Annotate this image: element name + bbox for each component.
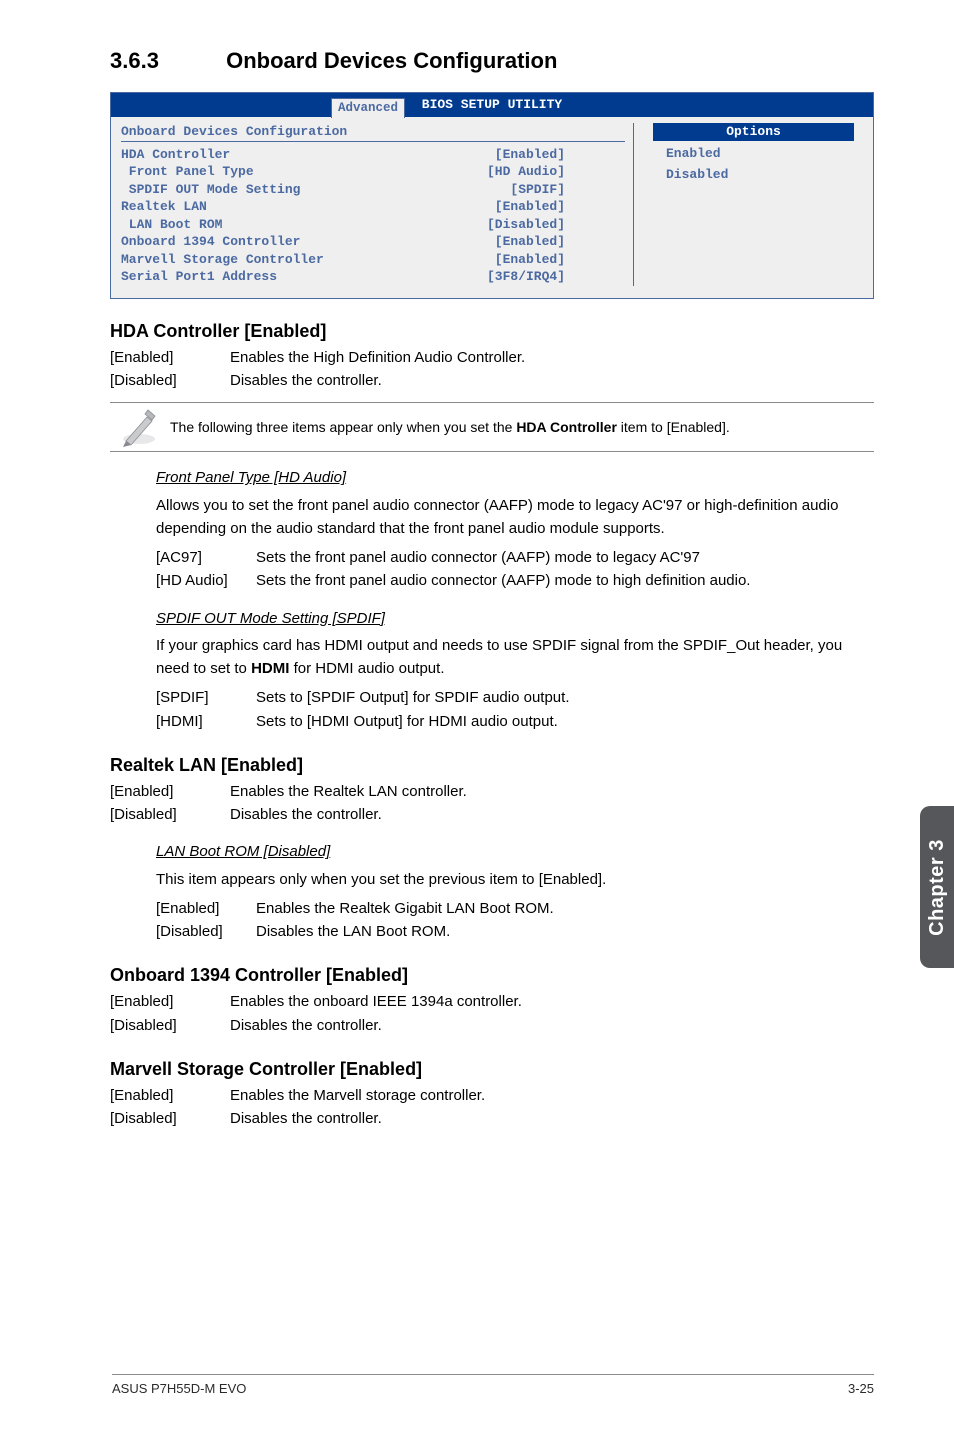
subheading-fpt: Front Panel Type [HD Audio] bbox=[156, 466, 874, 489]
option-desc: Sets to [HDMI Output] for HDMI audio out… bbox=[256, 710, 874, 733]
option-desc: Disables the LAN Boot ROM. bbox=[256, 920, 874, 943]
bios-option-value: Enabled bbox=[666, 145, 721, 163]
bios-option-value: Disabled bbox=[666, 166, 728, 184]
subheading-realtek: Realtek LAN [Enabled] bbox=[110, 755, 874, 776]
option-desc: Disables the controller. bbox=[230, 1014, 874, 1037]
section-number: 3.6.3 bbox=[110, 48, 220, 74]
subheading-hda: HDA Controller [Enabled] bbox=[110, 321, 874, 342]
option-label: [Enabled] bbox=[110, 780, 230, 803]
bios-setting-row: HDA Controller[Enabled] bbox=[121, 146, 625, 164]
section-title-text: Onboard Devices Configuration bbox=[226, 48, 557, 73]
bios-setting-row: LAN Boot ROM[Disabled] bbox=[121, 216, 625, 234]
option-label: [Disabled] bbox=[156, 920, 256, 943]
setting-option-row: [SPDIF] Sets to [SPDIF Output] for SPDIF… bbox=[156, 686, 874, 733]
option-desc: Disables the controller. bbox=[230, 369, 874, 392]
bios-setting-row: Front Panel Type[HD Audio] bbox=[121, 163, 625, 181]
option-desc: Enables the High Definition Audio Contro… bbox=[230, 346, 874, 369]
bios-panel-heading: Onboard Devices Configuration bbox=[121, 123, 625, 141]
setting-option-row: [Enabled] Enables the High Definition Au… bbox=[110, 346, 874, 393]
option-label: [SPDIF] bbox=[156, 686, 256, 709]
option-desc: Sets the front panel audio connector (AA… bbox=[256, 569, 874, 592]
bios-tab: Advanced bbox=[331, 98, 405, 118]
option-label: [HDMI] bbox=[156, 710, 256, 733]
paragraph: Allows you to set the front panel audio … bbox=[156, 494, 874, 541]
pencil-icon bbox=[110, 403, 168, 451]
footer-page: 3-25 bbox=[848, 1381, 874, 1396]
option-label: [Enabled] bbox=[110, 990, 230, 1013]
paragraph: If your graphics card has HDMI output an… bbox=[156, 634, 874, 681]
option-label: [Disabled] bbox=[110, 803, 230, 826]
footer-product: ASUS P7H55D-M EVO bbox=[112, 1381, 246, 1396]
subheading-1394: Onboard 1394 Controller [Enabled] bbox=[110, 965, 874, 986]
option-desc: Disables the controller. bbox=[230, 803, 874, 826]
section-heading: 3.6.3 Onboard Devices Configuration bbox=[110, 48, 874, 74]
bios-setting-row: Onboard 1394 Controller[Enabled] bbox=[121, 233, 625, 251]
setting-option-row: [Enabled] Enables the Realtek Gigabit LA… bbox=[156, 897, 874, 944]
option-desc: Sets to [SPDIF Output] for SPDIF audio o… bbox=[256, 686, 874, 709]
option-label: [HD Audio] bbox=[156, 569, 256, 592]
bios-window: BIOS SETUP UTILITY Advanced Onboard Devi… bbox=[110, 92, 874, 299]
page-footer: ASUS P7H55D-M EVO 3-25 bbox=[112, 1374, 874, 1396]
chapter-tab: Chapter 3 bbox=[920, 806, 954, 968]
bios-title: BIOS SETUP UTILITY bbox=[422, 96, 562, 114]
note-text: The following three items appear only wh… bbox=[168, 409, 874, 445]
option-label: [Disabled] bbox=[110, 1107, 230, 1130]
setting-option-row: [AC97] Sets the front panel audio connec… bbox=[156, 546, 874, 593]
option-desc: Enables the onboard IEEE 1394a controlle… bbox=[230, 990, 874, 1013]
note-callout: The following three items appear only wh… bbox=[110, 402, 874, 452]
option-label: [Enabled] bbox=[110, 346, 230, 369]
bios-help-panel: Options Enabled Disabled bbox=[633, 123, 863, 286]
setting-option-row: [Enabled] Enables the onboard IEEE 1394a… bbox=[110, 990, 874, 1037]
bios-titlebar: BIOS SETUP UTILITY Advanced bbox=[111, 93, 873, 117]
bios-setting-row: Serial Port1 Address[3F8/IRQ4] bbox=[121, 268, 625, 286]
chapter-label: Chapter 3 bbox=[926, 839, 949, 936]
setting-option-row: [Enabled] Enables the Marvell storage co… bbox=[110, 1084, 874, 1131]
bios-separator bbox=[121, 141, 625, 142]
option-desc: Disables the controller. bbox=[230, 1107, 874, 1130]
bios-setting-row: Marvell Storage Controller[Enabled] bbox=[121, 251, 625, 269]
subheading-marvell: Marvell Storage Controller [Enabled] bbox=[110, 1059, 874, 1080]
option-desc: Enables the Realtek Gigabit LAN Boot ROM… bbox=[256, 897, 874, 920]
option-label: [Enabled] bbox=[156, 897, 256, 920]
setting-option-row: [Enabled] Enables the Realtek LAN contro… bbox=[110, 780, 874, 827]
subheading-spdif: SPDIF OUT Mode Setting [SPDIF] bbox=[156, 607, 874, 630]
option-desc: Sets the front panel audio connector (AA… bbox=[256, 546, 874, 569]
option-label: [Disabled] bbox=[110, 369, 230, 392]
paragraph: This item appears only when you set the … bbox=[156, 868, 874, 891]
bios-setting-row: SPDIF OUT Mode Setting[SPDIF] bbox=[121, 181, 625, 199]
bios-options-title: Options bbox=[653, 123, 854, 141]
bios-left-panel: Onboard Devices Configuration HDA Contro… bbox=[121, 123, 633, 286]
option-label: [Disabled] bbox=[110, 1014, 230, 1037]
option-label: [AC97] bbox=[156, 546, 256, 569]
option-desc: Enables the Realtek LAN controller. bbox=[230, 780, 874, 803]
bios-setting-row: Realtek LAN[Enabled] bbox=[121, 198, 625, 216]
option-desc: Enables the Marvell storage controller. bbox=[230, 1084, 874, 1107]
option-label: [Enabled] bbox=[110, 1084, 230, 1107]
subheading-lanboot: LAN Boot ROM [Disabled] bbox=[156, 840, 874, 863]
